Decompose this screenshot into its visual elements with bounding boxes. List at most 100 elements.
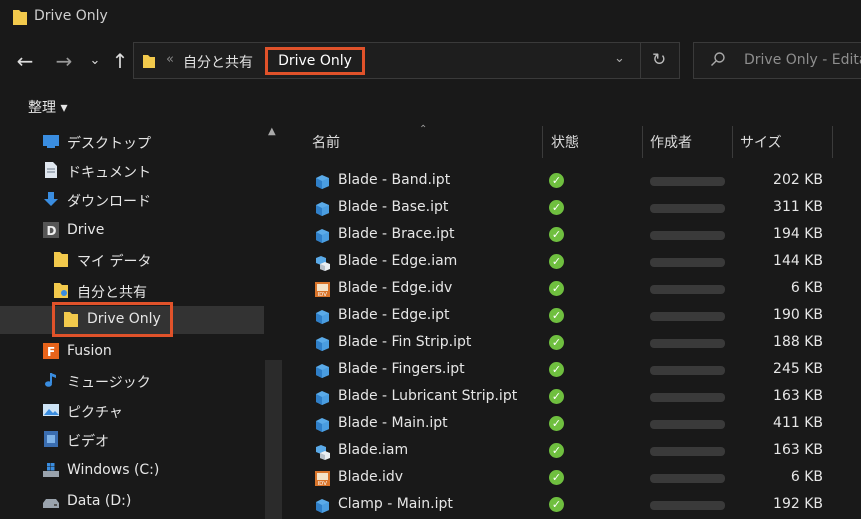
address-dropdown-chevron-down-icon[interactable]: ⌄ xyxy=(614,51,625,66)
sidebar-item-fusion[interactable]: F Fusion xyxy=(0,338,264,366)
inventor-assembly-icon xyxy=(316,445,330,460)
table-row[interactable]: Blade - Fin Strip.ipt ✓ 188 KB xyxy=(288,330,861,357)
sort-ascending-icon: ⌃ xyxy=(419,124,428,135)
scroll-up-icon[interactable]: ▲ xyxy=(268,126,276,137)
table-row[interactable]: Blade - Edge.ipt ✓ 190 KB xyxy=(288,303,861,330)
file-name: Blade - Band.ipt xyxy=(338,172,451,188)
svg-text:IDV: IDV xyxy=(318,292,328,298)
sidebar-item-drive[interactable]: D Drive xyxy=(0,217,264,245)
table-row[interactable]: IDV Blade - Edge.idv ✓ 6 KB xyxy=(288,276,861,303)
sidebar-item-label: ミュージック xyxy=(67,375,151,391)
sidebar-item-label: ドキュメント xyxy=(67,165,151,181)
recent-locations-chevron-down-icon[interactable]: ⌄ xyxy=(82,48,108,74)
table-row[interactable]: IDV Blade.idv ✓ 6 KB xyxy=(288,465,861,492)
file-list: ⌃ 名前 状態 作成者 サイズ Blade - Band.ipt ✓ 202 KB B… xyxy=(288,124,861,519)
table-row[interactable]: Blade - Edge.iam ✓ 144 KB xyxy=(288,249,861,276)
table-row[interactable]: Blade - Base.ipt ✓ 311 KB xyxy=(288,195,861,222)
author-redacted xyxy=(650,420,725,429)
sidebar-item-desktop[interactable]: デスクトップ xyxy=(0,128,264,156)
sync-status-check-icon: ✓ xyxy=(549,173,564,188)
sidebar-item-label: デスクトップ xyxy=(67,136,151,152)
sidebar-item-shared-with-me[interactable]: 自分と共有 xyxy=(0,277,264,305)
column-divider[interactable] xyxy=(832,126,833,158)
sidebar-item-pictures[interactable]: ピクチャ xyxy=(0,397,264,425)
command-bar: 整理 ▾ xyxy=(0,88,861,124)
forward-button[interactable]: → xyxy=(51,48,77,74)
drive-app-icon: D xyxy=(43,222,59,238)
navigation-bar: ← → ⌄ ↑ « 自分と共有 Drive Only ⌄ ↻ Drive Onl… xyxy=(0,34,861,88)
inventor-part-icon xyxy=(316,418,329,432)
music-note-icon xyxy=(45,373,56,387)
inventor-part-icon xyxy=(316,364,329,378)
file-name: Blade - Base.ipt xyxy=(338,199,449,215)
breadcrumb-item-current[interactable]: Drive Only xyxy=(265,47,365,75)
column-divider[interactable] xyxy=(732,126,733,158)
breadcrumb-overflow-icon[interactable]: « xyxy=(166,52,174,67)
svg-text:IDV: IDV xyxy=(318,481,328,487)
sync-status-check-icon: ✓ xyxy=(549,416,564,431)
column-divider[interactable] xyxy=(542,126,543,158)
sidebar-item-label: Windows (C:) xyxy=(67,462,160,478)
navigation-pane: ▲ デスクトップ ドキュメント ダウンロード D Drive マイ データ 自分… xyxy=(0,124,286,519)
sync-status-check-icon: ✓ xyxy=(549,200,564,215)
file-name: Blade - Brace.ipt xyxy=(338,226,455,242)
sidebar-item-label: ビデオ xyxy=(67,434,109,450)
column-header-author[interactable]: 作成者 xyxy=(650,132,692,152)
highlight-box xyxy=(52,302,173,337)
file-name: Blade - Edge.idv xyxy=(338,280,453,296)
folder-icon xyxy=(13,10,27,25)
author-redacted xyxy=(650,339,725,348)
sidebar-item-music[interactable]: ミュージック xyxy=(0,367,264,395)
file-name: Blade - Edge.ipt xyxy=(338,307,450,323)
folder-icon xyxy=(143,55,155,68)
back-button[interactable]: ← xyxy=(12,48,38,74)
sidebar-scrollbar[interactable] xyxy=(265,360,282,519)
sync-status-check-icon: ✓ xyxy=(549,497,564,512)
address-bar[interactable]: « 自分と共有 Drive Only ⌄ ↻ xyxy=(133,42,680,79)
file-name: Blade - Fingers.ipt xyxy=(338,361,465,377)
sidebar-item-documents[interactable]: ドキュメント xyxy=(0,157,264,185)
organize-button[interactable]: 整理 ▾ xyxy=(28,97,67,117)
windows-drive-icon xyxy=(43,463,59,477)
sidebar-item-windows-c[interactable]: Windows (C:) xyxy=(0,457,264,485)
table-row[interactable]: Blade - Brace.ipt ✓ 194 KB xyxy=(288,222,861,249)
table-row[interactable]: Blade.iam ✓ 163 KB xyxy=(288,438,861,465)
column-header-status[interactable]: 状態 xyxy=(551,132,579,152)
file-name: Blade - Lubricant Strip.ipt xyxy=(338,388,518,404)
refresh-icon[interactable]: ↻ xyxy=(652,50,666,70)
author-redacted xyxy=(650,204,725,213)
divider xyxy=(640,43,641,78)
sidebar-item-label: Data (D:) xyxy=(67,493,132,509)
breadcrumb-item[interactable]: 自分と共有 xyxy=(183,52,253,72)
table-row[interactable]: Blade - Band.ipt ✓ 202 KB xyxy=(288,168,861,195)
fusion-app-icon: F xyxy=(43,343,59,359)
column-divider[interactable] xyxy=(642,126,643,158)
sidebar-item-downloads[interactable]: ダウンロード xyxy=(0,186,264,214)
table-row[interactable]: Blade - Fingers.ipt ✓ 245 KB xyxy=(288,357,861,384)
sync-status-check-icon: ✓ xyxy=(549,389,564,404)
author-redacted xyxy=(650,285,725,294)
inventor-part-icon xyxy=(316,202,329,216)
sync-status-check-icon: ✓ xyxy=(549,227,564,242)
file-size: 188 KB xyxy=(773,334,823,350)
file-name: Blade - Edge.iam xyxy=(338,253,458,269)
column-header-name[interactable]: 名前 xyxy=(312,132,340,152)
sync-status-check-icon: ✓ xyxy=(549,470,564,485)
sidebar-item-my-data[interactable]: マイ データ xyxy=(0,246,264,274)
table-row[interactable]: Blade - Main.ipt ✓ 411 KB xyxy=(288,411,861,438)
sidebar-item-data-d[interactable]: Data (D:) xyxy=(0,488,264,516)
file-name: Blade - Fin Strip.ipt xyxy=(338,334,472,350)
table-row[interactable]: Blade - Lubricant Strip.ipt ✓ 163 KB xyxy=(288,384,861,411)
sidebar-item-label: Fusion xyxy=(67,343,112,359)
column-header-size[interactable]: サイズ xyxy=(740,132,782,152)
sync-status-check-icon: ✓ xyxy=(549,335,564,350)
inventor-part-icon xyxy=(316,499,329,513)
file-size: 245 KB xyxy=(773,361,823,377)
sidebar-item-videos[interactable]: ビデオ xyxy=(0,426,264,454)
file-size: 144 KB xyxy=(773,253,823,269)
up-button[interactable]: ↑ xyxy=(107,48,133,74)
table-row[interactable]: Clamp - Main.ipt ✓ 192 KB xyxy=(288,492,861,519)
folder-icon xyxy=(54,252,68,267)
search-box[interactable]: Drive Only - Edita xyxy=(693,42,861,79)
hard-drive-icon xyxy=(43,499,59,508)
